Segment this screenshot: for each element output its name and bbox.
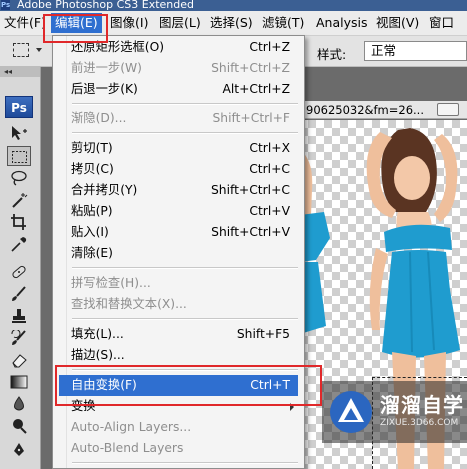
move-tool-icon[interactable] — [7, 123, 31, 143]
menu-item-stroke[interactable]: 描边(S)... — [59, 345, 298, 366]
menu-separator — [72, 318, 298, 320]
watermark-title: 溜溜自学 — [380, 393, 464, 417]
menu-item-auto-align-layers[interactable]: Auto-Align Layers... — [59, 417, 298, 438]
crop-tool-icon[interactable] — [7, 212, 31, 232]
blur-tool-icon[interactable] — [7, 394, 31, 414]
menu-item-paste-into[interactable]: 贴入(I) Shift+Ctrl+V — [59, 222, 298, 243]
history-brush-tool-icon[interactable] — [7, 328, 31, 348]
window-title: Adobe Photoshop CS3 Extended — [17, 0, 194, 11]
minimize-icon[interactable] — [437, 103, 459, 116]
menu-separator — [72, 132, 298, 134]
menu-item-auto-blend-layers[interactable]: Auto-Blend Layers — [59, 438, 298, 459]
rectangular-marquee-tool-icon[interactable] — [7, 146, 31, 166]
menu-analysis[interactable]: Analysis — [312, 13, 372, 33]
chevron-down-icon[interactable] — [36, 48, 42, 52]
menu-item-cut[interactable]: 剪切(T) Ctrl+X — [59, 138, 298, 159]
menu-view[interactable]: 视图(V) — [372, 13, 423, 33]
brush-tool-icon[interactable] — [7, 284, 31, 304]
eyedropper-tool-icon[interactable] — [7, 234, 31, 254]
dodge-tool-icon[interactable] — [7, 416, 31, 436]
healing-brush-tool-icon[interactable] — [7, 262, 31, 282]
menu-separator — [72, 462, 298, 464]
magic-wand-tool-icon[interactable] — [7, 190, 31, 210]
title-bar: Ps Adobe Photoshop CS3 Extended — [0, 0, 467, 11]
gradient-tool-icon[interactable] — [7, 372, 31, 392]
ps-logo[interactable]: Ps — [5, 96, 33, 118]
menu-item-find-replace[interactable]: 查找和替换文本(X)... — [59, 294, 298, 315]
menu-item-step-backward[interactable]: 后退一步(K) Alt+Ctrl+Z — [59, 79, 298, 100]
menu-layer[interactable]: 图层(L) — [155, 13, 205, 33]
watermark: 溜溜自学 ZIXUE.3D66.COM — [322, 381, 467, 443]
style-select[interactable]: 正常 — [364, 41, 467, 61]
annotation-highlight-edit-menu — [43, 14, 108, 43]
menu-item-check-spelling[interactable]: 拼写检查(H)... — [59, 273, 298, 294]
lasso-tool-icon[interactable] — [7, 168, 31, 188]
menu-item-fill[interactable]: 填充(L)... Shift+F5 — [59, 324, 298, 345]
app-icon: Ps — [1, 0, 11, 10]
eraser-tool-icon[interactable] — [7, 350, 31, 370]
menu-item-copy[interactable]: 拷贝(C) Ctrl+C — [59, 159, 298, 180]
pen-tool-icon[interactable] — [7, 440, 31, 460]
menu-item-copy-merged[interactable]: 合并拷贝(Y) Shift+Ctrl+C — [59, 180, 298, 201]
annotation-highlight-free-transform — [55, 365, 322, 406]
menu-item-fade[interactable]: 渐隐(D)... Shift+Ctrl+F — [59, 108, 298, 129]
clone-stamp-tool-icon[interactable] — [7, 306, 31, 326]
menu-image[interactable]: 图像(I) — [106, 13, 152, 33]
menu-window[interactable]: 窗口 — [425, 13, 458, 33]
watermark-logo-icon — [330, 391, 372, 433]
menu-item-clear[interactable]: 清除(E) — [59, 243, 298, 264]
menu-filter[interactable]: 滤镜(T) — [258, 13, 308, 33]
menu-item-step-forward[interactable]: 前进一步(W) Shift+Ctrl+Z — [59, 58, 298, 79]
toolbox-grip[interactable]: ◂◂ — [0, 67, 40, 77]
menu-select[interactable]: 选择(S) — [206, 13, 257, 33]
style-label: 样式: — [317, 47, 347, 62]
menu-separator — [72, 267, 298, 269]
menu-separator — [72, 103, 298, 105]
menu-item-paste[interactable]: 粘贴(P) Ctrl+V — [59, 201, 298, 222]
toolbox: ◂◂ Ps — [0, 67, 41, 469]
rect-marquee-preset-icon[interactable] — [13, 43, 29, 57]
watermark-url: ZIXUE.3D66.COM — [380, 418, 459, 428]
